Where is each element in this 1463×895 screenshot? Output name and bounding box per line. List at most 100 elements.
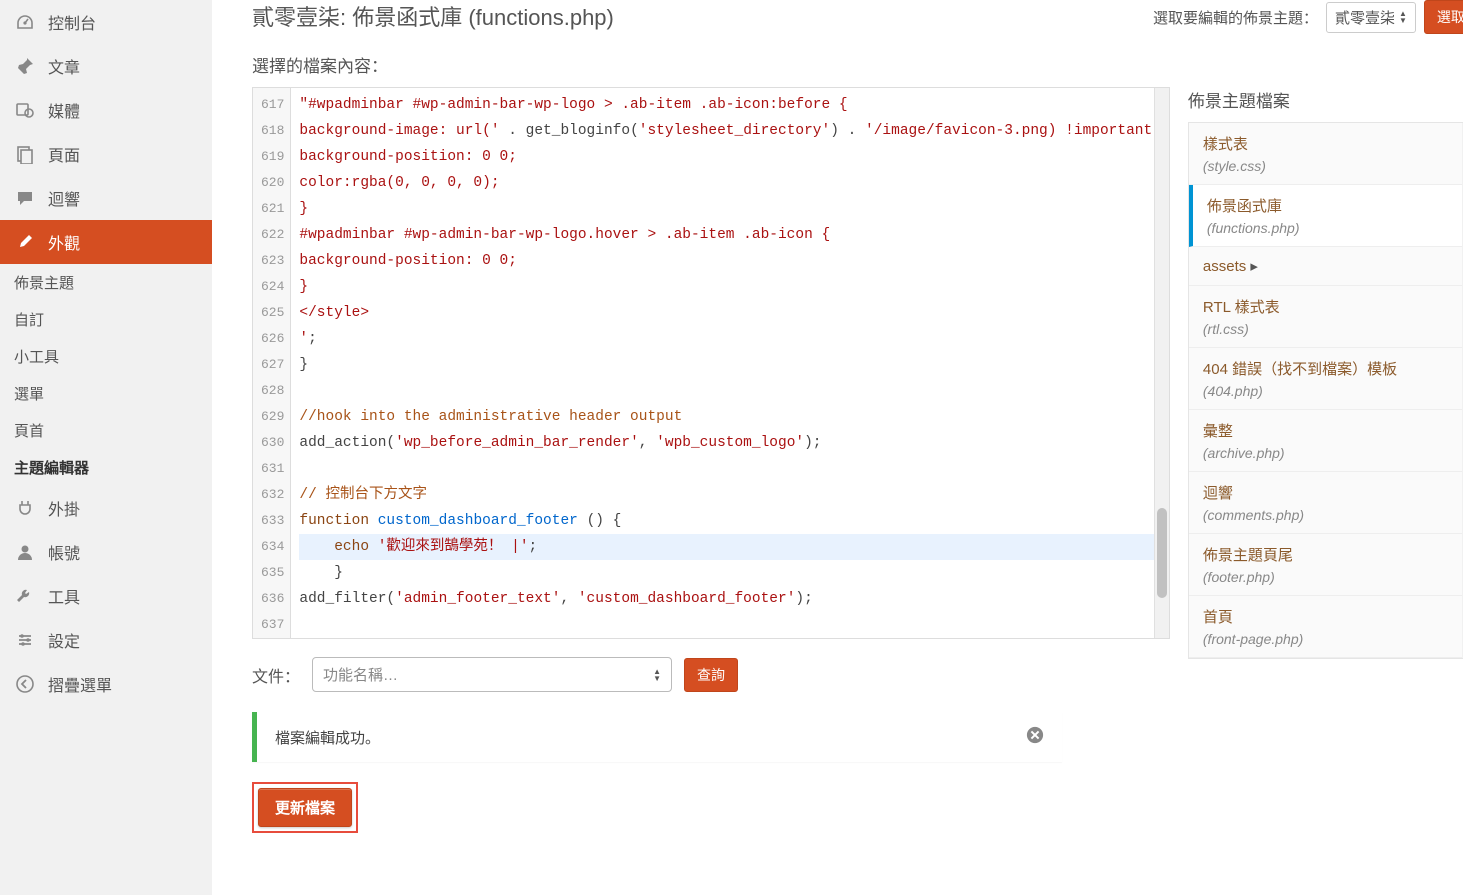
code-line[interactable] bbox=[299, 378, 1160, 404]
theme-file-item[interactable]: 樣式表 (style.css) bbox=[1189, 123, 1463, 185]
collapse-icon bbox=[14, 673, 36, 695]
page-icon bbox=[14, 143, 36, 165]
code-line[interactable]: '; bbox=[299, 326, 1160, 352]
code-line[interactable]: // 控制台下方文字 bbox=[299, 482, 1160, 508]
file-name: 佈景主題頁尾 bbox=[1203, 544, 1463, 565]
menu-label: 帳號 bbox=[48, 540, 80, 564]
menu-item-pin[interactable]: 文章 bbox=[0, 44, 212, 88]
code-line[interactable]: background-position: 0 0; bbox=[299, 144, 1160, 170]
file-name: 404 錯誤（找不到檔案）模板 bbox=[1203, 358, 1463, 379]
main-content: 貳零壹柒: 佈景函式庫 (functions.php) 選取要編輯的佈景主題： … bbox=[212, 0, 1463, 895]
menu-label: 外觀 bbox=[48, 230, 80, 254]
menu-label: 媒體 bbox=[48, 98, 80, 122]
select-arrows-icon: ▲▼ bbox=[653, 668, 661, 682]
theme-select[interactable]: 貳零壹柒 ▲▼ bbox=[1326, 2, 1416, 33]
file-name: 樣式表 bbox=[1203, 133, 1463, 154]
select-arrows-icon: ▲▼ bbox=[1399, 10, 1407, 24]
submenu-item[interactable]: 小工具 bbox=[0, 338, 212, 375]
code-line[interactable]: } bbox=[299, 274, 1160, 300]
code-line[interactable]: add_filter('admin_footer_text', 'custom_… bbox=[299, 586, 1160, 612]
theme-file-item[interactable]: 佈景主題頁尾(footer.php) bbox=[1189, 534, 1463, 596]
file-name: RTL 樣式表 bbox=[1203, 296, 1463, 317]
submenu-item[interactable]: 選單 bbox=[0, 375, 212, 412]
file-meta: (functions.php) bbox=[1207, 220, 1463, 236]
update-file-button[interactable]: 更新檔案 bbox=[258, 788, 352, 827]
code-line[interactable]: } bbox=[299, 196, 1160, 222]
code-body[interactable]: "#wpadminbar #wp-admin-bar-wp-logo > .ab… bbox=[291, 88, 1168, 638]
theme-file-item[interactable]: assets bbox=[1189, 247, 1463, 286]
menu-item-settings[interactable]: 設定 bbox=[0, 618, 212, 662]
menu-label: 摺疊選單 bbox=[48, 672, 112, 696]
menu-item-wrench[interactable]: 工具 bbox=[0, 574, 212, 618]
menu-item-dashboard[interactable]: 控制台 bbox=[0, 0, 212, 44]
brush-icon bbox=[14, 231, 36, 253]
code-line[interactable]: #wpadminbar #wp-admin-bar-wp-logo.hover … bbox=[299, 222, 1160, 248]
dashboard-icon bbox=[14, 11, 36, 33]
code-line[interactable]: background-position: 0 0; bbox=[299, 248, 1160, 274]
menu-label: 外掛 bbox=[48, 496, 80, 520]
function-lookup-select[interactable]: 功能名稱… ▲▼ bbox=[312, 657, 672, 692]
file-name: assets bbox=[1203, 257, 1463, 275]
code-line[interactable]: } bbox=[299, 560, 1160, 586]
wrench-icon bbox=[14, 585, 36, 607]
submenu-item[interactable]: 自訂 bbox=[0, 301, 212, 338]
menu-item-collapse[interactable]: 摺疊選單 bbox=[0, 662, 212, 706]
menu-item-media[interactable]: 媒體 bbox=[0, 88, 212, 132]
plugin-icon bbox=[14, 497, 36, 519]
code-line[interactable] bbox=[299, 456, 1160, 482]
theme-file-list: 樣式表 (style.css) 佈景函式庫(functions.php) assets… bbox=[1188, 122, 1463, 659]
file-meta: (style.css) bbox=[1203, 158, 1463, 174]
file-name: 迴響 bbox=[1203, 482, 1463, 503]
menu-label: 控制台 bbox=[48, 10, 96, 34]
submenu-item[interactable]: 主題編輯器 bbox=[0, 449, 212, 486]
submenu-item[interactable]: 頁首 bbox=[0, 412, 212, 449]
menu-item-plugin[interactable]: 外掛 bbox=[0, 486, 212, 530]
menu-label: 設定 bbox=[48, 628, 80, 652]
code-line[interactable]: } bbox=[299, 352, 1160, 378]
code-line[interactable] bbox=[299, 612, 1160, 638]
dismiss-notice-icon[interactable] bbox=[1026, 726, 1044, 748]
code-line[interactable]: color:rgba(0, 0, 0, 0); bbox=[299, 170, 1160, 196]
code-line[interactable]: add_action('wp_before_admin_bar_render',… bbox=[299, 430, 1160, 456]
file-name: 首頁 bbox=[1203, 606, 1463, 627]
theme-file-item[interactable]: 彙整 (archive.php) bbox=[1189, 410, 1463, 472]
page-title: 貳零壹柒: 佈景函式庫 (functions.php) bbox=[252, 0, 614, 32]
menu-label: 頁面 bbox=[48, 142, 80, 166]
theme-file-item[interactable]: RTL 樣式表 (rtl.css) bbox=[1189, 286, 1463, 348]
menu-item-user[interactable]: 帳號 bbox=[0, 530, 212, 574]
admin-sidebar: 控制台文章媒體頁面迴響外觀佈景主題自訂小工具選單頁首主題編輯器 外掛帳號工具設定… bbox=[0, 0, 212, 895]
settings-icon bbox=[14, 629, 36, 651]
menu-item-brush[interactable]: 外觀 bbox=[0, 220, 212, 264]
theme-select-label: 選取要編輯的佈景主題： bbox=[1153, 7, 1318, 28]
update-button-highlight: 更新檔案 bbox=[252, 782, 358, 833]
theme-file-item[interactable]: 佈景函式庫(functions.php) bbox=[1189, 185, 1463, 247]
comment-icon bbox=[14, 187, 36, 209]
select-theme-button[interactable]: 選取 bbox=[1424, 0, 1463, 34]
pin-icon bbox=[14, 55, 36, 77]
theme-files-heading: 佈景主題檔案 bbox=[1188, 87, 1463, 112]
code-line[interactable]: //hook into the administrative header ou… bbox=[299, 404, 1160, 430]
code-line[interactable]: echo '歡迎來到鵠學苑！ |'; bbox=[299, 534, 1160, 560]
theme-file-item[interactable]: 首頁(front-page.php) bbox=[1189, 596, 1463, 658]
line-gutter: 6176186196206216226236246256266276286296… bbox=[253, 88, 291, 638]
editor-heading: 選擇的檔案內容： bbox=[252, 52, 1463, 77]
file-meta: (404.php) bbox=[1203, 383, 1463, 399]
lookup-button[interactable]: 查詢 bbox=[684, 658, 738, 692]
code-line[interactable]: "#wpadminbar #wp-admin-bar-wp-logo > .ab… bbox=[299, 92, 1160, 118]
code-line[interactable]: </style> bbox=[299, 300, 1160, 326]
menu-item-page[interactable]: 頁面 bbox=[0, 132, 212, 176]
theme-file-item[interactable]: 404 錯誤（找不到檔案）模板 (404.php) bbox=[1189, 348, 1463, 410]
file-meta: (comments.php) bbox=[1203, 507, 1463, 523]
code-line[interactable]: background-image: url(' . get_bloginfo('… bbox=[299, 118, 1160, 144]
file-meta: (archive.php) bbox=[1203, 445, 1463, 461]
notice-text: 檔案編輯成功。 bbox=[275, 727, 380, 748]
submenu-item[interactable]: 佈景主題 bbox=[0, 264, 212, 301]
file-name: 彙整 bbox=[1203, 420, 1463, 441]
editor-scrollbar[interactable] bbox=[1154, 88, 1169, 638]
theme-file-item[interactable]: 迴響 (comments.php) bbox=[1189, 472, 1463, 534]
file-meta: (rtl.css) bbox=[1203, 321, 1463, 337]
scrollbar-thumb[interactable] bbox=[1157, 508, 1167, 598]
code-editor[interactable]: 6176186196206216226236246256266276286296… bbox=[252, 87, 1170, 639]
code-line[interactable]: function custom_dashboard_footer () { bbox=[299, 508, 1160, 534]
menu-item-comment[interactable]: 迴響 bbox=[0, 176, 212, 220]
